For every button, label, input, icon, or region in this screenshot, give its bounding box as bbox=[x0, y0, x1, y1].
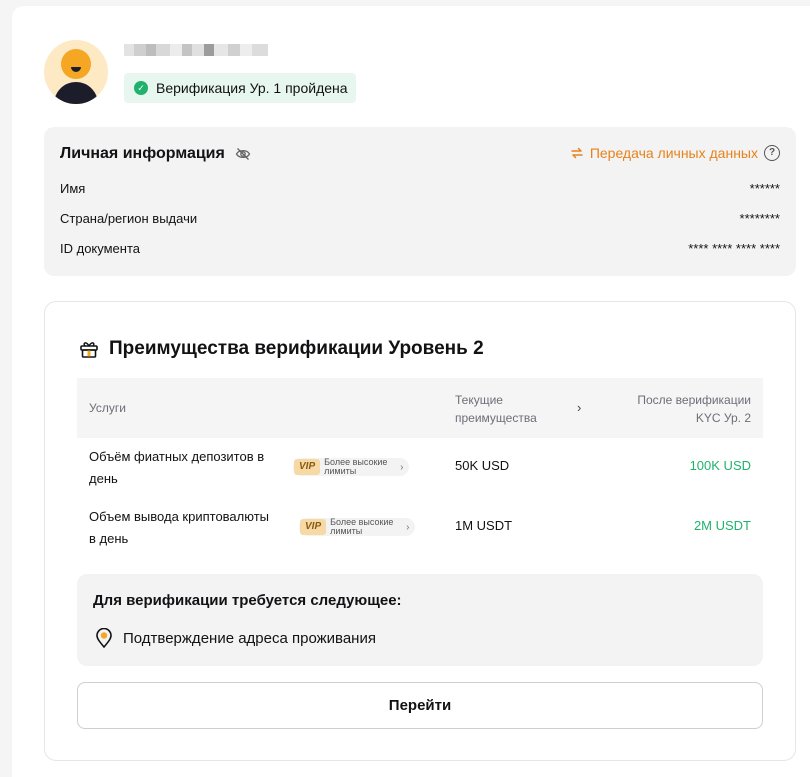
verification-badge: ✓ Верификация Ур. 1 пройдена bbox=[124, 73, 356, 103]
table-row: Объём фиатных депозитов в день VIP Более… bbox=[77, 442, 763, 494]
chevron-right-icon: › bbox=[400, 461, 404, 473]
service-line1: Объём фиатных депозитов в bbox=[89, 449, 265, 464]
personal-info-header: Личная информация bbox=[60, 145, 251, 163]
gift-icon bbox=[80, 342, 98, 358]
vip-text: Более высокие лимиты bbox=[330, 517, 394, 536]
col-after-line1: После верификации bbox=[637, 393, 751, 407]
table-row: Объем вывода криптовалюты в день VIP Бол… bbox=[77, 502, 763, 554]
location-pin-icon bbox=[96, 628, 112, 648]
benefits-table-header: Услуги Текущие преимущества › После вери… bbox=[77, 378, 763, 438]
vip-higher-limits-pill[interactable]: VIP Более высокие лимиты › bbox=[293, 457, 410, 476]
after-value: 100K USD bbox=[689, 458, 751, 473]
col-current: Текущие преимущества bbox=[455, 391, 537, 427]
personal-info-card: Личная информация Передача личных данных… bbox=[44, 127, 796, 276]
current-value: 1M USDT bbox=[455, 518, 513, 533]
info-value: **** **** **** **** bbox=[688, 240, 780, 256]
vip-text: Более высокие лимиты bbox=[324, 457, 388, 476]
chevron-right-icon: › bbox=[406, 521, 410, 533]
avatar bbox=[44, 40, 108, 104]
transfer-personal-data-link[interactable]: Передача личных данных ? bbox=[570, 145, 780, 161]
benefits-title: Преимущества верификации Уровень 2 bbox=[109, 338, 484, 359]
after-value: 2M USDT bbox=[693, 518, 751, 533]
benefits-card: Преимущества верификации Уровень 2 Услуг… bbox=[44, 301, 796, 761]
service-line1: Объем вывода криптовалюты bbox=[89, 509, 270, 524]
info-value: ******** bbox=[739, 210, 780, 226]
eye-off-icon[interactable] bbox=[235, 146, 251, 162]
col-services: Услуги bbox=[89, 401, 126, 415]
col-after-line2: KYC Ур. 2 bbox=[695, 411, 751, 425]
requirement-label: Подтверждение адреса проживания bbox=[123, 629, 376, 647]
info-row-name: Имя ****** bbox=[60, 178, 780, 198]
transfer-link-label: Передача личных данных bbox=[589, 145, 758, 161]
service-line2: в день bbox=[89, 531, 129, 546]
current-value: 50K USD bbox=[455, 458, 510, 473]
requirements-box: Для верификации требуется следующее: Под… bbox=[77, 574, 763, 666]
info-label: Имя bbox=[60, 180, 86, 196]
requirements-title: Для верификации требуется следующее: bbox=[93, 592, 402, 609]
username-blurred bbox=[124, 44, 268, 56]
vip-higher-limits-pill[interactable]: VIP Более высокие лимиты › bbox=[299, 517, 416, 536]
info-label: Страна/регион выдачи bbox=[60, 210, 198, 226]
service-name: Объем вывода криптовалюты в день bbox=[89, 506, 294, 550]
info-row-document-id: ID документа **** **** **** **** bbox=[60, 238, 780, 258]
col-after: После верификации KYC Ур. 2 bbox=[637, 391, 751, 427]
check-icon: ✓ bbox=[134, 81, 148, 95]
verification-badge-label: Верификация Ур. 1 пройдена bbox=[156, 80, 348, 96]
swap-icon bbox=[571, 147, 583, 159]
benefits-header: Преимущества верификации Уровень 2 bbox=[79, 338, 484, 360]
col-current-line1: Текущие bbox=[455, 393, 503, 407]
info-row-country: Страна/регион выдачи ******** bbox=[60, 208, 780, 228]
vip-tag: VIP bbox=[300, 519, 327, 535]
chevron-right-icon[interactable]: › bbox=[577, 400, 581, 415]
help-icon[interactable]: ? bbox=[764, 145, 780, 161]
personal-info-title: Личная информация bbox=[60, 145, 225, 162]
vip-tag: VIP bbox=[294, 459, 321, 475]
info-label: ID документа bbox=[60, 240, 140, 256]
col-current-line2: преимущества bbox=[455, 411, 537, 425]
requirement-item: Подтверждение адреса проживания bbox=[95, 628, 376, 648]
service-name: Объём фиатных депозитов в день bbox=[89, 446, 294, 490]
service-line2: день bbox=[89, 471, 118, 486]
info-value: ****** bbox=[749, 180, 780, 196]
go-button[interactable]: Перейти bbox=[77, 682, 763, 729]
